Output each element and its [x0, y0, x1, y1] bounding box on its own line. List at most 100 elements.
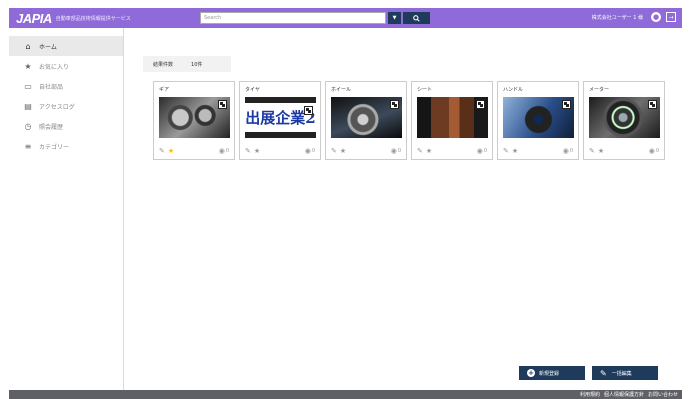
- sidebar-item-category[interactable]: ≡ カテゴリー: [9, 136, 123, 156]
- sidebar-item-label: 自社部品: [39, 83, 64, 91]
- part-card-gear[interactable]: ギア ✎ ★ ◉ 0: [153, 81, 235, 160]
- eye-icon: ◉: [304, 147, 311, 155]
- chevron-down-icon: ▼: [392, 15, 397, 21]
- view-count: ◉ 0: [649, 147, 659, 155]
- edit-icon[interactable]: ✎: [331, 147, 337, 155]
- plus-circle-icon: +: [527, 369, 535, 377]
- part-card-meter[interactable]: メーター ✎ ★ ◉ 0: [583, 81, 665, 160]
- sidebar-item-access-log[interactable]: ▤ アクセスログ: [9, 96, 123, 116]
- favorite-star-icon[interactable]: ★: [168, 147, 174, 155]
- eye-icon: ◉: [476, 147, 483, 155]
- card-title: ホイール: [331, 87, 352, 93]
- qr-code-icon: [304, 106, 313, 115]
- new-registration-button[interactable]: + 新規登録: [519, 366, 585, 380]
- sidebar-item-label: お気に入り: [39, 63, 70, 71]
- eye-icon: ◉: [562, 147, 569, 155]
- logo-subtitle: 自動車部品技術情報提供サービス: [55, 15, 131, 22]
- part-image[interactable]: [417, 97, 488, 138]
- part-card-tire[interactable]: タイヤ 出展企業2 ✎ ★ ◉ 0: [239, 81, 321, 160]
- sidebar-item-label: 照会履歴: [39, 123, 64, 131]
- search-dropdown-button[interactable]: ▼: [388, 12, 401, 24]
- footer-link-terms[interactable]: 利用規約: [580, 391, 600, 398]
- qr-code-icon: [476, 100, 485, 109]
- sidebar-item-label: カテゴリー: [39, 143, 70, 151]
- search-bar: ▼: [200, 12, 430, 24]
- part-image[interactable]: [159, 97, 230, 138]
- card-title: シート: [417, 87, 433, 93]
- favorite-star-icon[interactable]: ★: [426, 147, 432, 155]
- favorite-star-icon[interactable]: ★: [598, 147, 604, 155]
- qr-code-icon: [218, 100, 227, 109]
- eye-icon: ◉: [218, 147, 225, 155]
- card-title: ギア: [159, 87, 170, 93]
- edit-icon[interactable]: ✎: [417, 147, 423, 155]
- view-count: ◉ 0: [563, 147, 573, 155]
- list-icon: ≡: [24, 141, 32, 151]
- edit-icon[interactable]: ✎: [245, 147, 251, 155]
- qr-code-icon: [648, 100, 657, 109]
- monitor-icon: ▭: [24, 81, 32, 91]
- edit-icon[interactable]: ✎: [503, 147, 509, 155]
- user-area: 株式会社ユーザー 1 様 ● →: [592, 12, 676, 22]
- edit-icon[interactable]: ✎: [159, 147, 165, 155]
- favorite-star-icon[interactable]: ★: [340, 147, 346, 155]
- result-count-label: 結果件数: [153, 61, 174, 68]
- home-icon: ⌂: [25, 41, 31, 51]
- part-image[interactable]: [503, 97, 574, 138]
- qr-code-icon: [562, 100, 571, 109]
- card-footer: ✎ ★ ◉ 0: [159, 147, 229, 155]
- sidebar-item-history[interactable]: ◷ 照会履歴: [9, 116, 123, 136]
- footer-link-privacy[interactable]: 個人情報保護方針: [604, 391, 644, 398]
- view-count: ◉ 0: [477, 147, 487, 155]
- card-footer: ✎ ★ ◉ 0: [245, 147, 315, 155]
- part-card-steering[interactable]: ハンドル ✎ ★ ◉ 0: [497, 81, 579, 160]
- search-icon: [413, 14, 420, 22]
- search-input[interactable]: [200, 12, 386, 24]
- part-image[interactable]: 出展企業2: [245, 97, 316, 138]
- view-count-value: 0: [569, 148, 573, 154]
- card-title: ハンドル: [503, 87, 524, 93]
- qr-code-icon: [390, 100, 399, 109]
- sidebar-item-label: アクセスログ: [39, 103, 75, 111]
- view-count: ◉ 0: [219, 147, 229, 155]
- view-count: ◉ 0: [305, 147, 315, 155]
- user-icon[interactable]: ●: [651, 12, 661, 22]
- part-image[interactable]: [589, 97, 660, 138]
- logout-icon[interactable]: →: [666, 12, 676, 22]
- sidebar: ⌂ ホーム ★ お気に入り ▭ 自社部品 ▤ アクセスログ ◷ 照会履歴 ≡ カ…: [9, 28, 124, 390]
- favorite-star-icon[interactable]: ★: [512, 147, 518, 155]
- bulk-edit-label: 一括編集: [611, 370, 632, 377]
- view-count: ◉ 0: [391, 147, 401, 155]
- pencil-icon: ✎: [600, 368, 607, 378]
- japia-logo[interactable]: JAPIA: [16, 11, 52, 26]
- sidebar-item-home[interactable]: ⌂ ホーム: [9, 36, 123, 56]
- user-name: 株式会社ユーザー 1 様: [591, 14, 643, 21]
- favorite-star-icon[interactable]: ★: [254, 147, 260, 155]
- card-title: メーター: [589, 87, 610, 93]
- sidebar-item-favorites[interactable]: ★ お気に入り: [9, 56, 123, 76]
- card-title: タイヤ: [245, 87, 260, 93]
- document-icon: ▤: [24, 101, 32, 111]
- sidebar-item-label: ホーム: [39, 43, 57, 51]
- top-header: JAPIA 自動車部品技術情報提供サービス ▼ 株式会社ユーザー 1 様 ● →: [9, 8, 682, 28]
- card-footer: ✎ ★ ◉ 0: [331, 147, 401, 155]
- view-count-value: 0: [311, 148, 315, 154]
- footer: 利用規約 個人情報保護方針 お問い合わせ: [9, 390, 682, 399]
- view-count-value: 0: [483, 148, 487, 154]
- result-count-bar: 結果件数 10件: [143, 56, 231, 72]
- part-card-seat[interactable]: シート ✎ ★ ◉ 0: [411, 81, 493, 160]
- edit-icon[interactable]: ✎: [589, 147, 595, 155]
- card-footer: ✎ ★ ◉ 0: [503, 147, 573, 155]
- new-registration-label: 新規登録: [539, 370, 560, 377]
- part-card-wheel[interactable]: ホイール ✎ ★ ◉ 0: [325, 81, 407, 160]
- bulk-edit-button[interactable]: ✎ 一括編集: [592, 366, 658, 380]
- part-image[interactable]: [331, 97, 402, 138]
- part-card-list: ギア ✎ ★ ◉ 0 タイヤ 出展企業2 ✎ ★ ◉ 0 ホイール ✎ ★ ◉ 0 シ…: [153, 81, 669, 160]
- view-count-value: 0: [225, 148, 229, 154]
- view-count-value: 0: [397, 148, 401, 154]
- sidebar-item-own-parts[interactable]: ▭ 自社部品: [9, 76, 123, 96]
- result-count-value: 10件: [191, 61, 203, 68]
- view-count-value: 0: [655, 148, 659, 154]
- footer-link-contact[interactable]: お問い合わせ: [648, 391, 678, 398]
- search-button[interactable]: [403, 12, 430, 24]
